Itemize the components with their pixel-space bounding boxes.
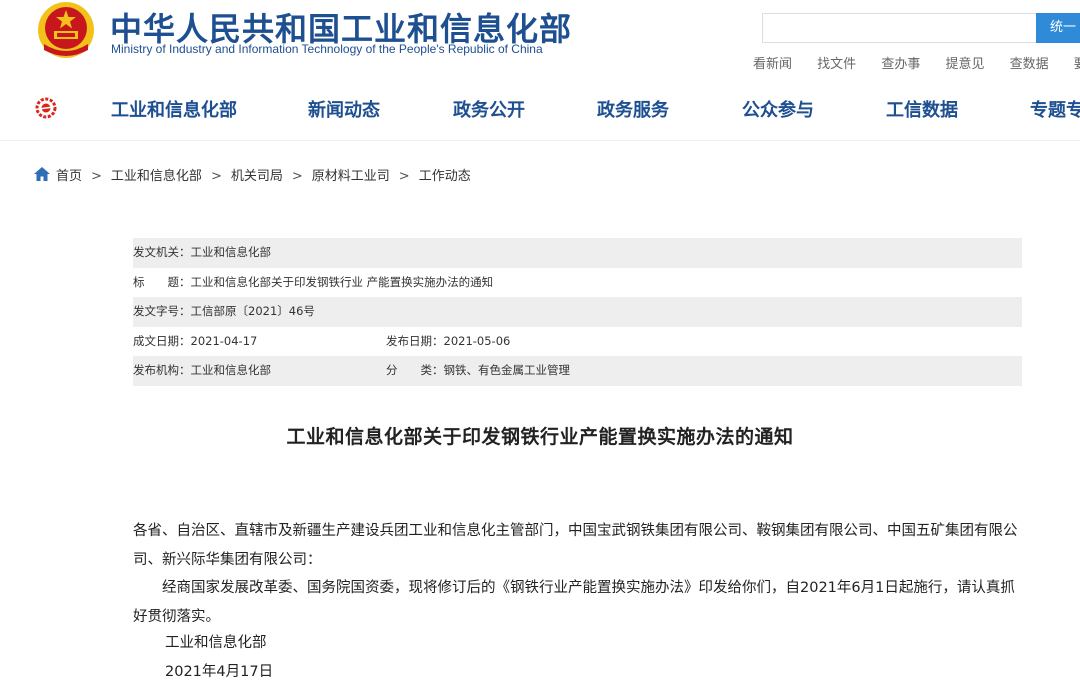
meta-label: 发布机构： — [133, 363, 191, 377]
meta-label: 标 题： — [133, 274, 191, 289]
breadcrumb-departments[interactable]: 机关司局 — [231, 169, 283, 184]
document-date: 2021年4月17日 — [165, 664, 274, 680]
nav-item-affairs[interactable]: 政务公开 — [453, 96, 525, 122]
meta-value: 工业和信息化部关于印发钢铁行业 产能置换实施办法的通知 — [190, 274, 494, 289]
search-input[interactable] — [762, 13, 1036, 43]
meta-row-publisher: 发布机构：工业和信息化部 分 类：钢铁、有色金属工业管理 — [133, 356, 1022, 386]
quick-links: 看新闻 找文件 查办事 提意见 查数据 要 — [753, 53, 1080, 72]
meta-value: 钢铁、有色金属工业管理 — [443, 363, 571, 377]
nav-item-participation[interactable]: 公众参与 — [742, 96, 814, 122]
quick-link-files[interactable]: 找文件 — [817, 57, 856, 72]
site-subtitle: Ministry of Industry and Information Tec… — [111, 42, 543, 56]
quick-link-data[interactable]: 查数据 — [1010, 57, 1049, 72]
meta-row-issuer: 发文机关：工业和信息化部 — [133, 238, 1022, 268]
meta-value: 工业和信息化部 — [190, 245, 272, 259]
meta-row-title: 标 题：工业和信息化部关于印发钢铁行业 产能置换实施办法的通知 — [133, 268, 1022, 298]
breadcrumb-work-news[interactable]: 工作动态 — [419, 169, 471, 184]
meta-row-dates: 成文日期：2021-04-17 发布日期：2021-05-06 — [133, 327, 1022, 357]
breadcrumb-separator: > — [91, 169, 102, 184]
ministry-logo-icon — [35, 97, 57, 119]
national-emblem-icon — [38, 2, 94, 58]
meta-value: 2021-05-06 — [443, 333, 511, 348]
breadcrumb-separator: > — [291, 169, 303, 184]
meta-label: 成文日期： — [133, 333, 191, 348]
meta-value: 工信部原〔2021〕46号 — [190, 304, 315, 318]
quick-link-feedback[interactable]: 提意见 — [945, 57, 984, 72]
document-metadata-table: 发文机关：工业和信息化部 标 题：工业和信息化部关于印发钢铁行业 产能置换实施办… — [133, 238, 1022, 386]
nav-item-services[interactable]: 政务服务 — [597, 96, 669, 122]
breadcrumb-ministry[interactable]: 工业和信息化部 — [111, 169, 202, 184]
document-paragraph: 各省、自治区、直辖市及新疆生产建设兵团工业和信息化主管部门，中国宝武钢铁集团有限… — [133, 523, 1018, 568]
nav-item-news[interactable]: 新闻动态 — [308, 96, 380, 122]
meta-value: 2021-04-17 — [190, 333, 258, 348]
breadcrumb-home[interactable]: 首页 — [56, 169, 82, 184]
breadcrumb-separator: > — [210, 169, 222, 184]
nav-item-data[interactable]: 工信数据 — [886, 96, 958, 122]
document-title: 工业和信息化部关于印发钢铁行业产能置换实施办法的通知 — [286, 426, 794, 448]
meta-label: 发文字号： — [133, 304, 191, 318]
meta-value: 工业和信息化部 — [190, 363, 272, 377]
meta-label: 发布日期： — [386, 333, 444, 348]
search-button[interactable]: 统一 — [1036, 13, 1080, 43]
meta-label: 发文机关： — [133, 245, 191, 259]
home-icon — [34, 167, 50, 181]
document-paragraph: 经商国家发展改革委、国务院国资委，现将修订后的《钢铁行业产能置换实施办法》印发给… — [133, 580, 1015, 625]
quick-link-more[interactable]: 要 — [1074, 57, 1080, 72]
quick-link-news[interactable]: 看新闻 — [753, 57, 792, 72]
breadcrumb: 首页 > 工业和信息化部 > 机关司局 > 原材料工业司 > 工作动态 — [34, 165, 471, 184]
breadcrumb-separator: > — [398, 169, 410, 184]
meta-label: 分 类： — [386, 363, 444, 377]
document-signature: 工业和信息化部 — [165, 635, 267, 651]
nav-item-topics[interactable]: 专题专 — [1030, 96, 1080, 122]
quick-link-services[interactable]: 查办事 — [881, 57, 920, 72]
breadcrumb-raw-materials[interactable]: 原材料工业司 — [312, 169, 390, 184]
meta-row-docno: 发文字号：工信部原〔2021〕46号 — [133, 297, 1022, 327]
nav-item-ministry[interactable]: 工业和信息化部 — [111, 96, 237, 122]
